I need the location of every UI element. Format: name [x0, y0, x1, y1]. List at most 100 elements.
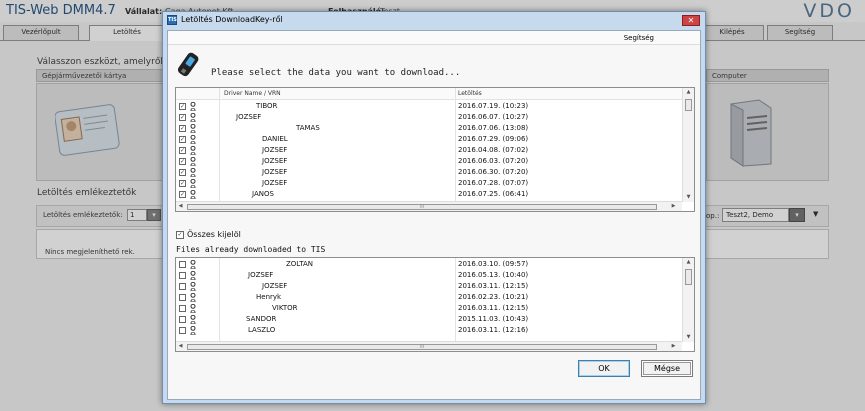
driver-name-cell: VIKTOR — [272, 304, 298, 312]
close-button[interactable]: ✕ — [682, 15, 700, 26]
downloadkey-icon — [177, 52, 199, 77]
driver-name-cell: JOZSEF — [248, 271, 274, 279]
table-row[interactable]: ✓ JOZSEF 2016.06.03. (07:20) — [176, 156, 682, 167]
driver-person-icon — [189, 178, 197, 188]
table-row[interactable]: ✓ JOZSEF 2016.04.08. (07:02) — [176, 145, 682, 156]
download-date-cell: 2016.04.08. (07:02) — [458, 146, 529, 154]
driver-name-cell: Henryk — [256, 293, 282, 301]
table-row[interactable]: VIKTOR 2016.03.11. (12:15) — [176, 303, 682, 314]
horizontal-scroll-thumb[interactable]: III — [187, 344, 657, 350]
driver-name-cell: JOZSEF — [262, 179, 288, 187]
download-date-cell: 2016.07.25. (06:41) — [458, 190, 529, 198]
row-checkbox[interactable]: ✓ — [179, 103, 186, 110]
column-download-date[interactable]: Letöltés — [458, 88, 482, 99]
download-date-cell: 2016.03.11. (12:16) — [458, 326, 529, 334]
select-all-checkbox[interactable]: ✓ Összes kijelöl — [176, 230, 241, 239]
driver-person-icon — [189, 112, 197, 122]
table-row[interactable]: ✓ JOZSEF 2016.06.30. (07:20) — [176, 167, 682, 178]
download-date-cell: 2016.06.03. (07:20) — [458, 157, 529, 165]
scroll-up-icon[interactable]: ▲ — [683, 258, 694, 267]
row-checkbox[interactable]: ✓ — [179, 191, 186, 198]
table-row[interactable]: ✓ JOZSEF 2016.06.07. (10:27) — [176, 112, 682, 123]
driver-name-cell: DANIEL — [262, 135, 288, 143]
driver-name-cell: JOZSEF — [262, 157, 288, 165]
dialog-titlebar[interactable]: TIS Letöltés DownloadKey-ről ✕ — [163, 12, 705, 29]
row-checkbox[interactable]: ✓ — [179, 169, 186, 176]
scroll-right-icon[interactable]: ▶ — [669, 202, 678, 211]
driver-person-icon — [189, 259, 197, 269]
download-date-cell: 2016.03.10. (09:57) — [458, 260, 529, 268]
ok-button[interactable]: OK — [578, 360, 630, 377]
select-data-prompt: Please select the data you want to downl… — [211, 68, 461, 78]
row-checkbox[interactable] — [179, 316, 186, 323]
download-date-cell: 2016.05.13. (10:40) — [458, 271, 529, 279]
scroll-left-icon[interactable]: ◀ — [176, 202, 185, 211]
download-date-cell: 2016.06.07. (10:27) — [458, 113, 529, 121]
vertical-scrollbar[interactable]: ▲ ▼ — [682, 88, 694, 202]
download-dialog: TIS Letöltés DownloadKey-ről ✕ Segítség … — [162, 11, 706, 404]
dialog-title: Letöltés DownloadKey-ről — [181, 15, 283, 24]
download-date-cell: 2016.07.29. (09:06) — [458, 135, 529, 143]
driver-name-cell: TAMAS — [296, 124, 320, 132]
download-date-cell: 2016.06.30. (07:20) — [458, 168, 529, 176]
driver-name-cell: JOZSEF — [236, 113, 262, 121]
column-driver-name[interactable]: Driver Name / VRN — [224, 88, 281, 99]
driver-name-cell: JOZSEF — [262, 282, 288, 290]
scroll-down-icon[interactable]: ▼ — [683, 333, 694, 342]
row-checkbox[interactable]: ✓ — [179, 158, 186, 165]
driver-person-icon — [189, 270, 197, 280]
download-date-cell: 2016.07.06. (13:08) — [458, 124, 529, 132]
row-checkbox[interactable]: ✓ — [179, 114, 186, 121]
row-checkbox[interactable] — [179, 327, 186, 334]
grid-header: Driver Name / VRN Letöltés — [176, 88, 682, 100]
driver-person-icon — [189, 123, 197, 133]
row-checkbox[interactable] — [179, 272, 186, 279]
table-row[interactable]: Henryk 2016.02.23. (10:21) — [176, 292, 682, 303]
row-checkbox[interactable] — [179, 294, 186, 301]
driver-name-cell: LASZLO — [248, 326, 276, 334]
table-row[interactable]: ZOLTAN 2016.03.10. (09:57) — [176, 259, 682, 270]
row-checkbox[interactable]: ✓ — [179, 125, 186, 132]
driver-name-cell: TIBOR — [256, 102, 278, 110]
scroll-thumb[interactable] — [685, 99, 692, 111]
menu-help[interactable]: Segítség — [624, 34, 654, 42]
select-all-label: Összes kijelöl — [187, 230, 241, 239]
table-row[interactable]: JOZSEF 2016.05.13. (10:40) — [176, 270, 682, 281]
table-row[interactable]: SANDOR 2015.11.03. (10:43) — [176, 314, 682, 325]
horizontal-scrollbar[interactable]: ◀ III ▶ — [176, 341, 682, 351]
row-checkbox[interactable]: ✓ — [179, 180, 186, 187]
row-checkbox[interactable] — [179, 283, 186, 290]
driver-person-icon — [189, 281, 197, 291]
download-date-cell: 2016.07.19. (10:23) — [458, 102, 529, 110]
horizontal-scrollbar[interactable]: ◀ III ▶ — [176, 201, 682, 211]
already-downloaded-label: Files already downloaded to TIS — [176, 245, 326, 254]
table-row[interactable]: ✓ DANIEL 2016.07.29. (09:06) — [176, 134, 682, 145]
checkbox-icon[interactable]: ✓ — [176, 230, 184, 239]
scroll-right-icon[interactable]: ▶ — [669, 342, 678, 351]
table-row[interactable]: ✓ JOZSEF 2016.07.28. (07:07) — [176, 178, 682, 189]
horizontal-scroll-thumb[interactable]: III — [187, 204, 657, 210]
driver-person-icon — [189, 189, 197, 199]
scroll-left-icon[interactable]: ◀ — [176, 342, 185, 351]
scroll-thumb[interactable] — [685, 269, 692, 285]
download-data-grid: Driver Name / VRN Letöltés ✓ TIBOR 2016.07… — [175, 87, 695, 212]
row-checkbox[interactable] — [179, 305, 186, 312]
cancel-button[interactable]: Mégse — [641, 360, 693, 377]
vertical-scrollbar[interactable]: ▲ ▼ — [682, 258, 694, 342]
driver-name-cell: JANOS — [252, 190, 274, 198]
table-row[interactable]: ✓ TAMAS 2016.07.06. (13:08) — [176, 123, 682, 134]
driver-person-icon — [189, 303, 197, 313]
table-row[interactable]: ✓ JANOS 2016.07.25. (06:41) — [176, 189, 682, 200]
row-checkbox[interactable] — [179, 261, 186, 268]
scroll-up-icon[interactable]: ▲ — [683, 88, 694, 97]
table-row[interactable]: ✓ TIBOR 2016.07.19. (10:23) — [176, 101, 682, 112]
driver-person-icon — [189, 145, 197, 155]
download-date-cell: 2015.11.03. (10:43) — [458, 315, 529, 323]
driver-person-icon — [189, 325, 197, 335]
row-checkbox[interactable]: ✓ — [179, 147, 186, 154]
table-row[interactable]: JOZSEF 2016.03.11. (12:15) — [176, 281, 682, 292]
scroll-down-icon[interactable]: ▼ — [683, 193, 694, 202]
row-checkbox[interactable]: ✓ — [179, 136, 186, 143]
dialog-menubar: Segítség — [168, 31, 700, 45]
table-row[interactable]: LASZLO 2016.03.11. (12:16) — [176, 325, 682, 336]
